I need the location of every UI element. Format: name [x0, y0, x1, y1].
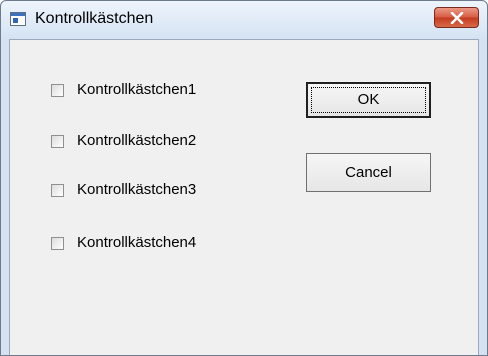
- checkbox-2[interactable]: [51, 135, 64, 148]
- title-bar[interactable]: Kontrollkästchen: [1, 1, 487, 39]
- application-window-icon: [10, 12, 26, 26]
- checkbox-4[interactable]: [51, 237, 64, 250]
- checkbox-3[interactable]: [51, 184, 64, 197]
- checkbox-1[interactable]: [51, 84, 64, 97]
- checkbox-label-1: Kontrollkästchen1: [77, 81, 197, 98]
- cancel-button-label: Cancel: [345, 164, 392, 181]
- checkbox-label-2: Kontrollkästchen2: [77, 132, 197, 149]
- ok-button[interactable]: OK: [306, 82, 431, 118]
- window-title: Kontrollkästchen: [35, 10, 154, 27]
- checkbox-label-3: Kontrollkästchen3: [77, 181, 197, 198]
- cancel-button[interactable]: Cancel: [306, 153, 431, 192]
- close-button[interactable]: [434, 7, 479, 28]
- focus-rectangle: [311, 87, 426, 113]
- dialog-client-area: Kontrollkästchen1 Kontrollkästchen2 Kont…: [9, 39, 479, 355]
- close-icon: [450, 12, 464, 24]
- dialog-window: Kontrollkästchen Kontrollkästchen1 Kontr…: [0, 0, 488, 356]
- checkbox-label-4: Kontrollkästchen4: [77, 234, 197, 251]
